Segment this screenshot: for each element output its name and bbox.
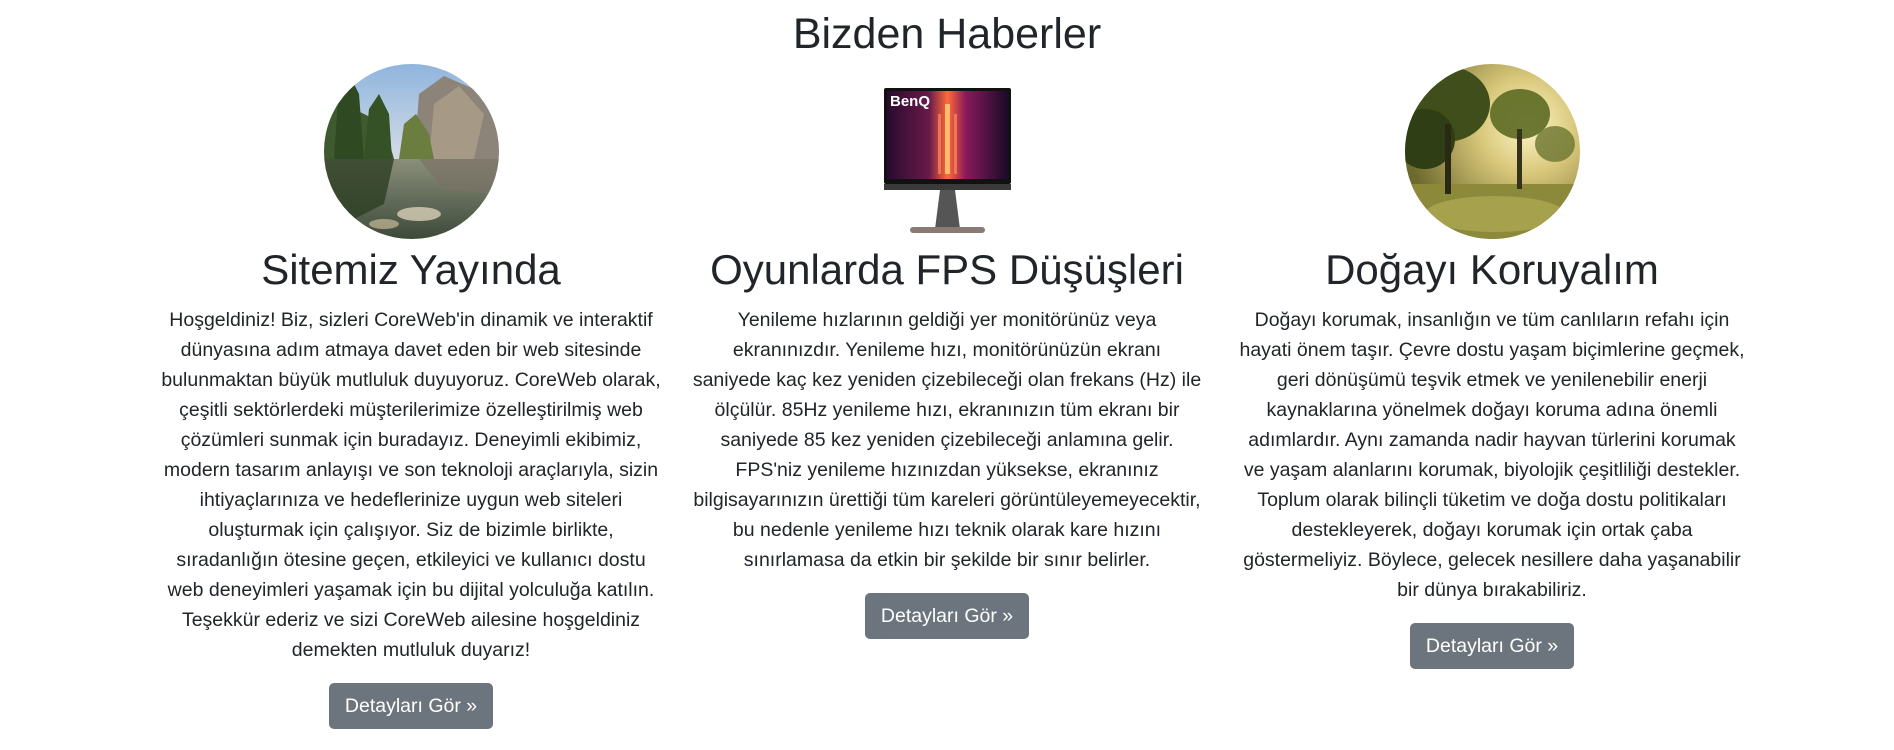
section-title: Bizden Haberler — [792, 10, 1102, 58]
details-button[interactable]: Detayları Gör » — [864, 593, 1030, 639]
news-card-3: Doğayı Koruyalım Doğayı korumak, insanlı… — [1222, 64, 1762, 669]
details-button[interactable]: Detayları Gör » — [1409, 623, 1575, 669]
monitor-photo: BenQ — [860, 64, 1035, 239]
news-card-2: BenQ Oyunlarda FPS Düşüşleri Yenileme hı… — [677, 64, 1217, 639]
brand-text: BenQ — [890, 93, 930, 110]
nature-photo — [1404, 64, 1580, 239]
card-title: Doğayı Koruyalım — [1325, 246, 1659, 293]
landscape-photo — [323, 64, 499, 239]
news-card-1: Sitemiz Yayında Hoşgeldiniz! Biz, sizler… — [141, 64, 681, 729]
card-text: Hoşgeldiniz! Biz, sizleri CoreWeb'in din… — [161, 309, 661, 661]
card-title: Sitemiz Yayında — [261, 246, 561, 293]
card-text: Doğayı korumak, insanlığın ve tüm canlıl… — [1239, 309, 1745, 601]
details-button[interactable]: Detayları Gör » — [328, 683, 494, 729]
card-text: Yenileme hızlarının geldiği yer monitörü… — [692, 309, 1202, 571]
card-title: Oyunlarda FPS Düşüşleri — [710, 246, 1184, 293]
